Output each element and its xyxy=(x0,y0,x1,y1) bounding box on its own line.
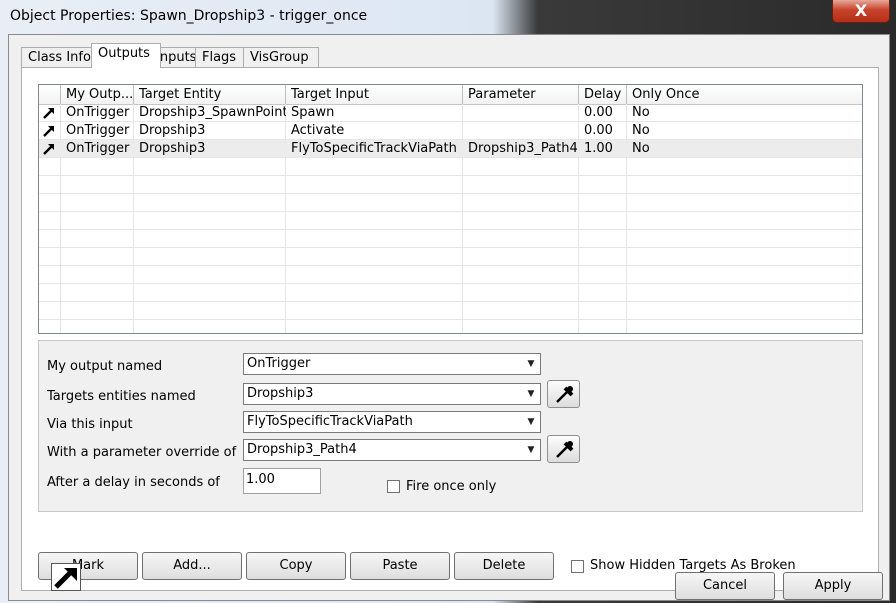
close-button[interactable]: X xyxy=(832,0,890,23)
eyedropper-icon xyxy=(556,386,574,403)
cell-delay: 1.00 xyxy=(584,141,613,156)
chevron-down-icon[interactable]: ▼ xyxy=(522,384,540,404)
output-name-value: OnTrigger xyxy=(247,356,311,371)
apply-button[interactable]: Apply xyxy=(783,572,883,600)
title-bar[interactable]: Object Properties: Spawn_Dropship3 - tri… xyxy=(0,0,896,34)
header-only-once[interactable]: Only Once xyxy=(627,85,862,104)
delay-value: 1.00 xyxy=(246,472,275,487)
dialog-client-area: Class Info Outputs Inputs Flags VisGroup… xyxy=(8,34,890,601)
parameter-picker-button[interactable] xyxy=(547,435,580,463)
table-row[interactable]: OnTrigger Dropship3 Activate 0.00 No xyxy=(39,122,862,140)
table-row-empty xyxy=(39,302,862,320)
cell-input: Spawn xyxy=(291,105,335,120)
targets-label: Targets entities named xyxy=(47,389,196,404)
table-row-empty xyxy=(39,194,862,212)
cell-delay: 0.00 xyxy=(584,105,613,120)
chevron-down-icon[interactable]: ▼ xyxy=(522,412,540,432)
tab-visgroup[interactable]: VisGroup xyxy=(243,47,319,68)
parameter-label: With a parameter override of xyxy=(47,445,237,460)
outputs-table[interactable]: My Outp... Target Entity Target Input Pa… xyxy=(38,84,863,334)
cell-only-once: No xyxy=(632,105,650,120)
table-row[interactable]: OnTrigger Dropship3_SpawnPoint Spawn 0.0… xyxy=(39,104,862,122)
cell-parameter: Dropship3_Path4 xyxy=(468,141,578,156)
cell-parameter xyxy=(463,104,579,121)
input-label: Via this input xyxy=(47,417,133,432)
outputs-panel: My Outp... Target Entity Target Input Pa… xyxy=(21,67,879,591)
output-arrow-icon xyxy=(51,563,81,591)
table-row-empty xyxy=(39,248,862,266)
parameter-value: Dropship3_Path4 xyxy=(247,442,357,457)
object-properties-window: Object Properties: Spawn_Dropship3 - tri… xyxy=(0,0,896,603)
table-row-empty xyxy=(39,212,862,230)
tab-class-info[interactable]: Class Info xyxy=(21,47,101,68)
cell-target: Dropship3 xyxy=(139,141,206,156)
header-parameter[interactable]: Parameter xyxy=(463,85,579,104)
cell-only-once: No xyxy=(632,141,650,156)
delay-input[interactable]: 1.00 xyxy=(243,468,321,494)
cell-output: OnTrigger xyxy=(66,141,130,156)
cell-input: Activate xyxy=(291,123,345,138)
targets-value: Dropship3 xyxy=(247,386,314,401)
table-row-empty xyxy=(39,284,862,302)
delay-label: After a delay in seconds of xyxy=(47,475,220,490)
header-my-output[interactable]: My Outp... xyxy=(61,85,134,104)
show-hidden-label: Show Hidden Targets As Broken xyxy=(590,558,796,573)
cell-output: OnTrigger xyxy=(66,123,130,138)
tab-flags[interactable]: Flags xyxy=(195,47,245,68)
cell-input: FlyToSpecificTrackViaPath xyxy=(291,141,457,156)
table-row-empty xyxy=(39,176,862,194)
output-name-label: My output named xyxy=(47,359,163,374)
header-target-entity[interactable]: Target Entity xyxy=(134,85,286,104)
chevron-down-icon[interactable]: ▼ xyxy=(522,440,540,460)
table-row-selected[interactable]: OnTrigger Dropship3 FlyToSpecificTrackVi… xyxy=(39,140,862,158)
table-row-empty xyxy=(39,158,862,176)
table-row-empty xyxy=(39,230,862,248)
output-name-combo[interactable]: OnTrigger ▼ xyxy=(243,353,541,375)
input-value: FlyToSpecificTrackViaPath xyxy=(247,414,413,429)
window-title: Object Properties: Spawn_Dropship3 - tri… xyxy=(10,8,368,24)
chevron-down-icon[interactable]: ▼ xyxy=(522,354,540,374)
cell-delay: 0.00 xyxy=(584,123,613,138)
input-combo[interactable]: FlyToSpecificTrackViaPath ▼ xyxy=(243,411,541,433)
target-picker-button[interactable] xyxy=(547,380,580,408)
output-arrow-icon xyxy=(43,108,54,119)
paste-button[interactable]: Paste xyxy=(350,552,450,580)
header-target-input[interactable]: Target Input xyxy=(286,85,463,104)
cancel-button[interactable]: Cancel xyxy=(675,572,775,600)
table-header: My Outp... Target Entity Target Input Pa… xyxy=(39,85,862,105)
cell-target: Dropship3 xyxy=(139,123,206,138)
parameter-combo[interactable]: Dropship3_Path4 ▼ xyxy=(243,439,541,461)
add-button[interactable]: Add... xyxy=(142,552,242,580)
tab-outputs[interactable]: Outputs xyxy=(91,43,161,68)
show-hidden-checkbox[interactable] xyxy=(571,560,584,573)
fire-once-label: Fire once only xyxy=(406,479,497,494)
output-arrow-icon xyxy=(43,126,54,137)
header-icon-column[interactable] xyxy=(39,85,61,104)
cell-output: OnTrigger xyxy=(66,105,130,120)
delete-button[interactable]: Delete xyxy=(454,552,554,580)
cell-parameter xyxy=(463,122,579,139)
output-arrow-icon xyxy=(43,144,54,155)
eyedropper-icon xyxy=(556,441,574,458)
fire-once-checkbox[interactable] xyxy=(387,480,400,493)
cell-target: Dropship3_SpawnPoint xyxy=(139,105,286,120)
header-delay[interactable]: Delay xyxy=(579,85,627,104)
output-editor-group: My output named OnTrigger ▼ Targets enti… xyxy=(38,340,863,512)
cell-only-once: No xyxy=(632,123,650,138)
targets-combo[interactable]: Dropship3 ▼ xyxy=(243,383,541,405)
table-row-empty xyxy=(39,266,862,284)
copy-button[interactable]: Copy xyxy=(246,552,346,580)
